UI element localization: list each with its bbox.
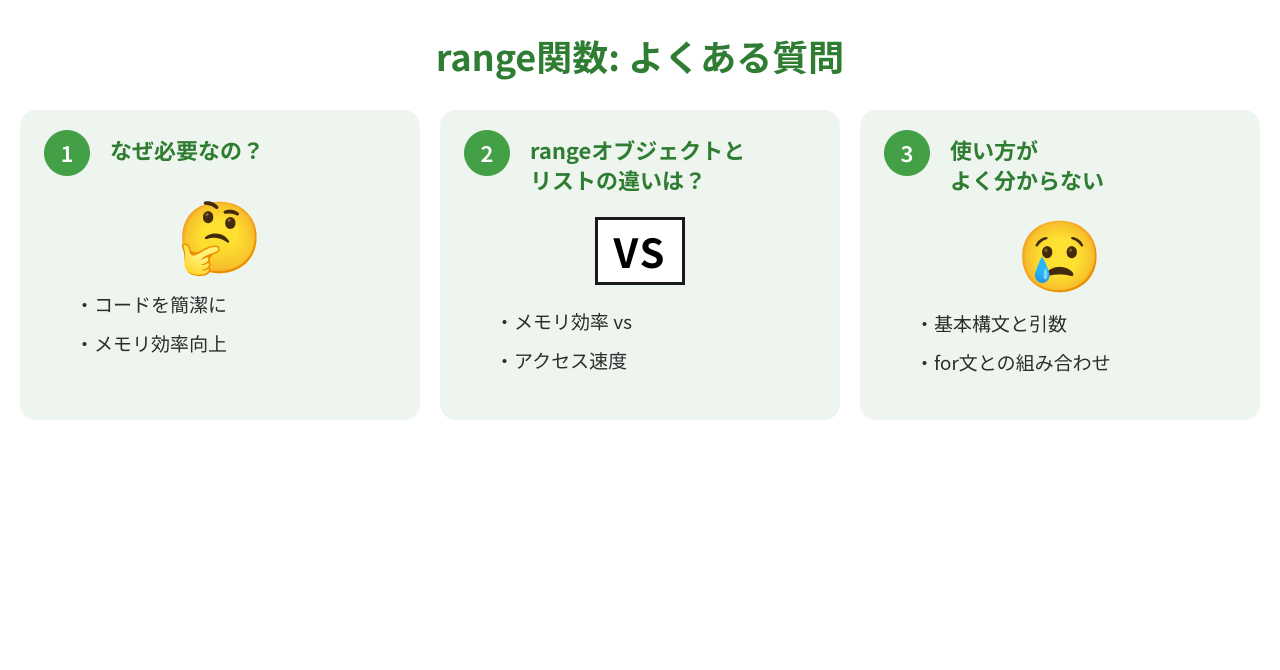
card-2: 2 rangeオブジェクトと リストの違いは？ VS メモリ効率 vs アクセス… [440, 110, 840, 420]
card-2-title: rangeオブジェクトと リストの違いは？ [530, 130, 745, 195]
card-2-bullet-1: メモリ効率 vs [514, 309, 816, 336]
card-1: 1 なぜ必要なの？ 🤔 コードを簡潔に メモリ効率向上 [20, 110, 420, 420]
card-3: 3 使い方が よく分からない 😢 基本構文と引数 for文との組み合わせ [860, 110, 1260, 420]
card-2-bullets: メモリ効率 vs アクセス速度 [464, 309, 816, 386]
card-1-bullets: コードを簡潔に メモリ効率向上 [44, 292, 396, 369]
card-2-bullet-2: アクセス速度 [514, 348, 816, 375]
card-1-bullet-2: メモリ効率向上 [94, 331, 396, 358]
card-3-bullets: 基本構文と引数 for文との組み合わせ [884, 311, 1236, 388]
card-1-badge: 1 [44, 130, 90, 176]
card-3-title: 使い方が よく分からない [950, 130, 1104, 195]
card-3-header: 3 使い方が よく分からない [884, 130, 1236, 195]
card-1-title: なぜ必要なの？ [110, 130, 264, 166]
thinking-face-icon: 🤔 [44, 198, 396, 268]
page-title: range関数: よくある質問 [20, 30, 1260, 82]
card-3-bullet-1: 基本構文と引数 [934, 311, 1236, 338]
vs-icon: VS [595, 217, 685, 285]
crying-face-icon: 😢 [884, 217, 1236, 287]
card-1-bullet-1: コードを簡潔に [94, 292, 396, 319]
card-3-bullet-2: for文との組み合わせ [934, 350, 1236, 377]
card-1-header: 1 なぜ必要なの？ [44, 130, 396, 176]
card-3-badge: 3 [884, 130, 930, 176]
cards-row: 1 なぜ必要なの？ 🤔 コードを簡潔に メモリ効率向上 2 rangeオブジェク… [20, 110, 1260, 420]
card-2-badge: 2 [464, 130, 510, 176]
card-2-header: 2 rangeオブジェクトと リストの違いは？ [464, 130, 816, 195]
